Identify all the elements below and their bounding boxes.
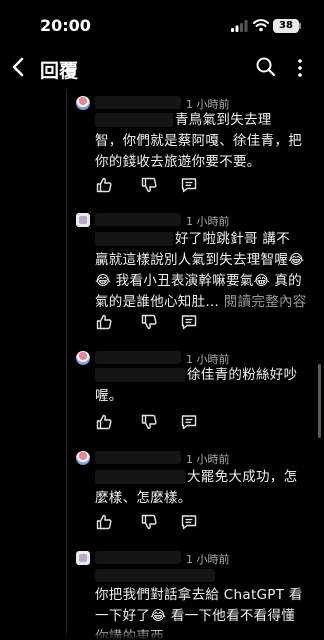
page-title: 回覆 <box>40 60 79 82</box>
text-redaction <box>95 470 185 484</box>
comment-text: 大罷免大成功，怎 麼樣、怎麼樣。 <box>95 467 307 509</box>
comment-text: 好了啦跳針哥 講不 贏就這樣說別人氣到失去理智喔😂😂 我看小丑表演幹嘛要氣😂 真… <box>95 229 307 313</box>
comment-timestamp: 1 小時前 <box>186 215 230 228</box>
reply-icon[interactable] <box>180 313 198 331</box>
author-name-redacted <box>95 551 181 564</box>
bottom-fade <box>0 628 324 640</box>
battery-level: 38 <box>273 19 299 33</box>
scrollbar[interactable] <box>318 364 321 438</box>
text-redaction <box>95 113 173 127</box>
like-icon[interactable] <box>95 313 113 331</box>
like-icon[interactable] <box>95 413 113 431</box>
more-options-icon[interactable] <box>292 57 308 79</box>
back-arrow-icon[interactable] <box>8 54 30 80</box>
status-bar: 20:00 38 <box>0 0 324 48</box>
dislike-icon[interactable] <box>140 513 158 531</box>
author-name-redacted <box>95 451 181 464</box>
reply-thread-line <box>66 90 67 640</box>
author-name-redacted <box>95 351 181 364</box>
author-name-redacted <box>95 213 181 226</box>
author-name-redacted <box>95 96 181 109</box>
reply-icon[interactable] <box>180 413 198 431</box>
read-more-link[interactable]: 閱讀完整內容 <box>224 294 307 310</box>
avatar[interactable] <box>76 351 90 365</box>
like-icon[interactable] <box>95 513 113 531</box>
comment-text: 青鳥氣到失去理 智，你們就是蔡阿嘎、徐佳青，把你的錢收去旅遊你要不要。 <box>95 110 307 173</box>
text-redaction <box>95 368 185 382</box>
comment-text-line: 大罷免大成功，怎 <box>187 469 298 485</box>
text-redaction <box>95 232 173 246</box>
reply-icon[interactable] <box>180 176 198 194</box>
top-bar: 回覆 <box>0 48 324 90</box>
dislike-icon[interactable] <box>140 313 158 331</box>
avatar[interactable] <box>76 96 90 110</box>
comment-text-rest: 智，你們就是蔡阿嘎、徐佳青，把你的錢收去旅遊你要不要。 <box>95 133 302 170</box>
comment-timestamp: 1 小時前 <box>186 453 230 466</box>
comment-text-line: 好了啦跳針哥 講不 <box>175 231 290 247</box>
wifi-icon <box>253 19 269 32</box>
comment-text-line: 青鳥氣到失去理 <box>175 112 272 128</box>
reply-icon[interactable] <box>180 513 198 531</box>
search-icon[interactable] <box>254 55 278 79</box>
cellular-signal-icon <box>231 20 248 32</box>
comment-timestamp: 1 小時前 <box>186 553 230 566</box>
avatar[interactable] <box>76 551 90 565</box>
comment-text-rest: 喔。 <box>95 388 123 404</box>
status-time: 20:00 <box>40 16 91 35</box>
comment-text-line: 徐佳青的粉絲好吵 <box>187 367 298 383</box>
dislike-icon[interactable] <box>140 176 158 194</box>
comment-text-rest: 麼樣、怎麼樣。 <box>95 490 192 506</box>
text-redaction <box>95 569 215 582</box>
comment-text: 徐佳青的粉絲好吵 喔。 <box>95 365 307 407</box>
avatar[interactable] <box>76 213 90 227</box>
dislike-icon[interactable] <box>140 413 158 431</box>
like-icon[interactable] <box>95 176 113 194</box>
avatar[interactable] <box>76 451 90 465</box>
battery-tip <box>299 23 301 29</box>
